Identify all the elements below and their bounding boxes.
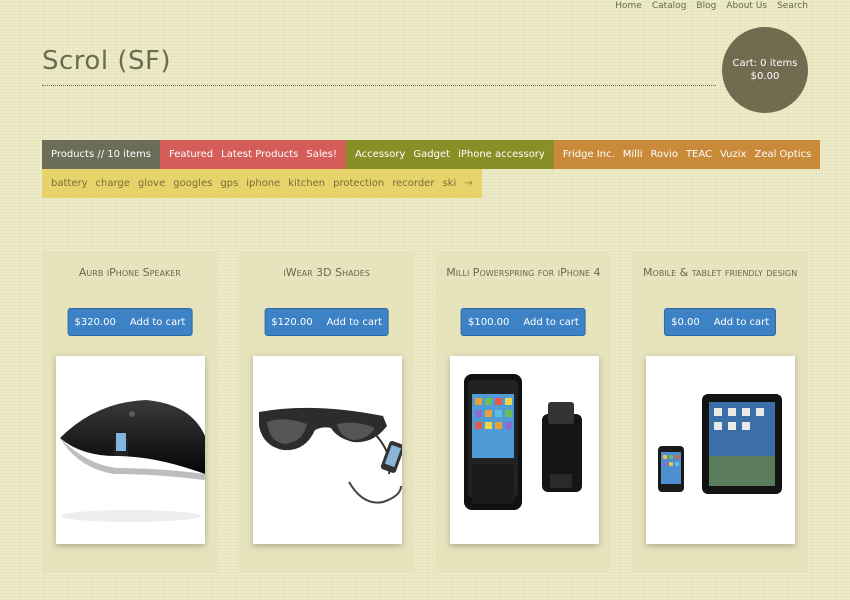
- collection-featured[interactable]: Featured: [165, 149, 217, 160]
- collection-sales[interactable]: Sales!: [302, 149, 341, 160]
- collections-group: Featured Latest Products Sales!: [159, 140, 347, 169]
- cart-count: Cart: 0 items: [732, 58, 798, 69]
- nav-about-us[interactable]: About Us: [726, 0, 767, 12]
- vendor-teac[interactable]: TEAC: [682, 149, 716, 160]
- category-gadget[interactable]: Gadget: [409, 149, 454, 160]
- tags-group: battery charge glove googles gps iphone …: [42, 169, 482, 198]
- nav-search[interactable]: Search: [777, 0, 808, 12]
- tag-kitchen[interactable]: kitchen: [284, 178, 329, 189]
- tag-googles[interactable]: googles: [169, 178, 216, 189]
- more-tags-arrow-icon[interactable]: →: [460, 178, 476, 189]
- tag-battery[interactable]: battery: [47, 178, 92, 189]
- title-divider: [42, 85, 716, 86]
- phone-tablet-image[interactable]: [646, 356, 796, 544]
- products-count-link[interactable]: Products // 10 items: [47, 149, 155, 160]
- vendor-milli[interactable]: Milli: [619, 149, 647, 160]
- tag-iphone[interactable]: iphone: [242, 178, 284, 189]
- add-to-cart-button[interactable]: $0.00 Add to cart: [664, 308, 777, 336]
- tag-charge[interactable]: charge: [92, 178, 134, 189]
- product-grid: Aurb iPhone Speaker $320.00 Add to cart: [42, 252, 808, 572]
- nav-catalog[interactable]: Catalog: [652, 0, 687, 12]
- category-accessory[interactable]: Accessory: [351, 149, 409, 160]
- add-to-cart-label: Add to cart: [129, 316, 186, 328]
- vendor-rovio[interactable]: Rovio: [647, 149, 682, 160]
- tag-protection[interactable]: protection: [329, 178, 388, 189]
- site-title[interactable]: Scrol (SF): [42, 46, 171, 76]
- add-to-cart-label: Add to cart: [523, 316, 579, 328]
- add-to-cart-button[interactable]: $100.00 Add to cart: [460, 308, 586, 336]
- top-navigation: Home Catalog Blog About Us Search: [615, 0, 808, 12]
- nav-blog[interactable]: Blog: [696, 0, 716, 12]
- video-glasses-image[interactable]: [252, 356, 402, 544]
- battery-case-image[interactable]: [449, 356, 599, 544]
- tag-ski[interactable]: ski: [438, 178, 460, 189]
- cart-total: $0.00: [750, 71, 780, 82]
- tag-glove[interactable]: glove: [134, 178, 169, 189]
- filter-bar-row-2: battery charge glove googles gps iphone …: [42, 169, 482, 198]
- product-title[interactable]: Mobile & tablet friendly design: [632, 264, 808, 281]
- speaker-dock-image[interactable]: [56, 356, 205, 544]
- category-iphone-accessory[interactable]: iPhone accessory: [454, 149, 549, 160]
- collection-latest-products[interactable]: Latest Products: [217, 149, 302, 160]
- product-title[interactable]: Aurb iPhone Speaker: [42, 264, 218, 281]
- product-card: Aurb iPhone Speaker $320.00 Add to cart: [42, 252, 218, 572]
- nav-home[interactable]: Home: [615, 0, 642, 12]
- tag-recorder[interactable]: recorder: [388, 178, 438, 189]
- product-card: Mobile & tablet friendly design $0.00 Ad…: [632, 252, 808, 572]
- product-card: Milli Powerspring for iPhone 4 $100.00 A…: [435, 252, 612, 572]
- products-group: Products // 10 items: [42, 140, 160, 169]
- product-price: $0.00: [671, 316, 700, 328]
- add-to-cart-button[interactable]: $120.00 Add to cart: [264, 308, 390, 336]
- product-title[interactable]: Milli Powerspring for iPhone 4: [436, 264, 612, 281]
- product-price: $320.00: [74, 316, 116, 328]
- cart-button[interactable]: Cart: 0 items $0.00: [722, 27, 808, 113]
- tag-gps[interactable]: gps: [216, 178, 242, 189]
- product-price: $100.00: [467, 316, 510, 328]
- vendor-fridge-inc[interactable]: Fridge Inc.: [559, 149, 619, 160]
- vendor-vuzix[interactable]: Vuzix: [716, 149, 750, 160]
- vendors-group: Fridge Inc. Milli Rovio TEAC Vuzix Zeal …: [553, 140, 821, 169]
- product-price: $120.00: [271, 316, 313, 328]
- add-to-cart-button[interactable]: $320.00 Add to cart: [67, 308, 193, 336]
- vendor-zeal-optics[interactable]: Zeal Optics: [750, 149, 815, 160]
- product-title[interactable]: iWear 3D Shades: [239, 264, 415, 281]
- product-card: iWear 3D Shades $120.00 Add to cart: [238, 252, 415, 572]
- categories-group: Accessory Gadget iPhone accessory: [346, 140, 554, 169]
- filter-bar-row-1: Products // 10 items Featured Latest Pro…: [42, 140, 821, 169]
- add-to-cart-label: Add to cart: [713, 316, 770, 328]
- add-to-cart-label: Add to cart: [326, 316, 383, 328]
